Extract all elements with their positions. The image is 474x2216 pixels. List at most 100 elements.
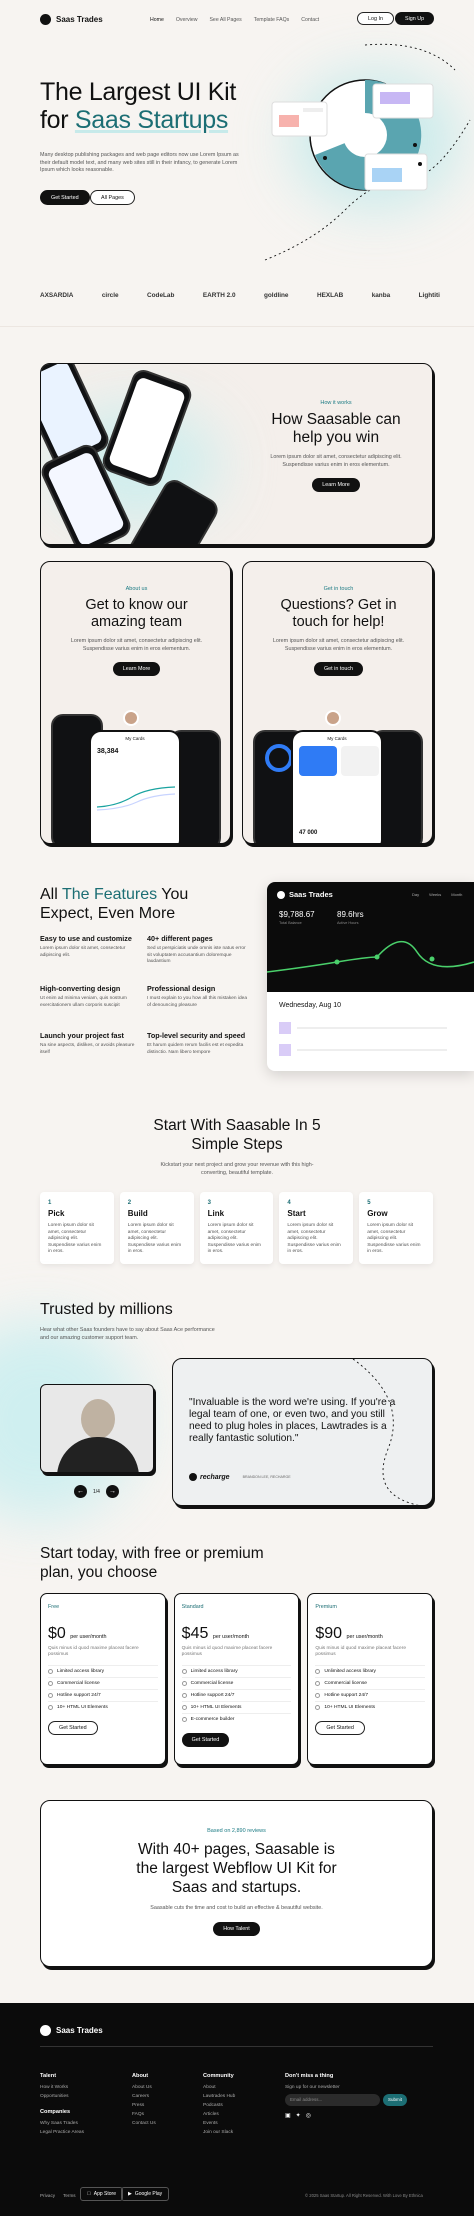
nav-overview[interactable]: Overview xyxy=(176,17,198,23)
step-card: 5 Grow Lorem ipsum dolor sit amet, consect… xyxy=(359,1192,433,1264)
check-icon xyxy=(315,1692,321,1698)
plan-feature: Commercial license xyxy=(48,1676,158,1689)
nav-home[interactable]: Home xyxy=(150,17,164,23)
step-card: 2 Build Lorem ipsum dolor sit amet, consec… xyxy=(119,1192,194,1264)
signup-button[interactable]: Sign Up xyxy=(395,12,435,25)
footer-link[interactable]: Legal Practice Areas xyxy=(40,2130,84,2135)
all-pages-button[interactable]: All Pages xyxy=(90,190,135,205)
footer-link[interactable]: Contact Us xyxy=(132,2121,156,2126)
step-card: 3 Link Lorem ipsum dolor sit amet, consect… xyxy=(199,1192,274,1264)
footer-link[interactable]: About Us xyxy=(132,2085,156,2090)
instagram-icon[interactable]: ◎ xyxy=(306,2112,311,2119)
pricing-plans: Free $0 per user/month Quis minus id quo… xyxy=(40,1593,434,1765)
footer-col-about: About About Us Careers Press FAQs Contact Us xyxy=(132,2073,156,2126)
footer-link[interactable]: Events xyxy=(203,2121,235,2126)
logo-axsardia: AXSARDIA xyxy=(40,292,74,299)
arrow-left-icon[interactable]: ← xyxy=(74,1485,87,1498)
cta-card: Based on 2,890 reviews With 40+ pages, S… xyxy=(40,1800,433,1967)
logo-lightiti: Lightiti xyxy=(418,292,440,299)
free-get-started-button[interactable]: Get Started xyxy=(48,1720,98,1735)
how-learn-more-button[interactable]: Learn More xyxy=(312,478,360,493)
about-learn-more-button[interactable]: Learn More xyxy=(112,662,161,677)
pricing-title: Start today, with free or premium plan, … xyxy=(40,1545,264,1581)
divider xyxy=(0,326,474,327)
plan-feature: Unlimited access library xyxy=(315,1664,426,1677)
avatar xyxy=(325,710,341,726)
company-name: recharge xyxy=(200,1473,230,1481)
check-icon xyxy=(181,1692,187,1698)
footer-link[interactable]: Articles xyxy=(203,2112,235,2117)
email-input[interactable]: Email address... xyxy=(285,2094,380,2106)
google-play-badge[interactable]: ▶ Google Play xyxy=(121,2187,170,2201)
phone-mockup: My Cards 47 000 xyxy=(291,730,383,843)
testimonial-author: BRANDON LEE, RECHARGE xyxy=(242,1475,291,1479)
footer-link[interactable]: About xyxy=(203,2085,235,2090)
footer-link[interactable]: Join our Slack xyxy=(203,2130,235,2135)
about-tag: About us xyxy=(125,586,148,592)
how-title: How Saasable can help you win xyxy=(271,411,401,446)
plan-feature: 10+ HTML UI Elements xyxy=(315,1700,426,1713)
contact-title: Questions? Get in touch for help! xyxy=(280,597,397,630)
check-icon xyxy=(48,1692,53,1698)
footer-link[interactable]: How it Works xyxy=(40,2085,84,2090)
check-icon xyxy=(48,1704,53,1710)
footer-brand[interactable]: Saas Trades xyxy=(40,2025,103,2036)
premium-get-started-button[interactable]: Get Started xyxy=(315,1720,365,1735)
cta-description: Saasable cuts the time and cost to build… xyxy=(150,1905,323,1911)
hero-illustration xyxy=(264,43,471,261)
about-card: About us Get to know our amazing team Lo… xyxy=(40,561,231,844)
terms-link[interactable]: Terms xyxy=(63,2193,76,2198)
tab-month[interactable]: Month xyxy=(451,892,462,897)
logo-icon xyxy=(40,2025,51,2036)
privacy-link[interactable]: Privacy xyxy=(40,2193,55,2198)
footer-link[interactable]: Lawtrades Hub xyxy=(203,2094,235,2099)
arrow-right-icon[interactable]: → xyxy=(105,1485,119,1498)
logo-strip: AXSARDIA circle CodeLab EARTH 2.0 goldli… xyxy=(40,292,440,299)
footer-col-community: Community About Lawtrades Hub Podcasts Artic… xyxy=(203,2073,236,2135)
tab-weeks[interactable]: Weeks xyxy=(429,892,441,897)
nav-faqs[interactable]: Template FAQs xyxy=(254,17,289,23)
footer-newsletter: Don't miss a thing Sign up for our newsle… xyxy=(285,2073,408,2123)
feature-item: 40+ different pages Sed ut perspiciatis u… xyxy=(147,934,246,965)
footer-link[interactable]: Podcasts xyxy=(203,2103,235,2108)
plan-feature: Commercial license xyxy=(315,1676,426,1689)
check-icon xyxy=(181,1716,187,1722)
brand-logo[interactable]: Saas Trades xyxy=(40,14,103,25)
feature-item: High-converting design Ut enim ad minima … xyxy=(40,984,127,1008)
get-started-button[interactable]: Get Started xyxy=(40,190,90,205)
login-button[interactable]: Log In xyxy=(357,12,394,25)
how-description: Lorem ipsum dolor sit amet, consectetur … xyxy=(270,454,402,468)
footer-link[interactable]: Opportunities xyxy=(40,2094,84,2099)
check-icon xyxy=(181,1680,187,1686)
feature-item: Launch your project fast Na sine aspects,… xyxy=(40,1031,135,1055)
check-icon xyxy=(315,1668,321,1674)
footer-link[interactable]: Careers xyxy=(132,2094,156,2099)
footer-link[interactable]: Press xyxy=(132,2103,156,2108)
contact-card: Get in touch Questions? Get in touch for… xyxy=(242,561,433,844)
footer-link[interactable]: Why Saas Trades xyxy=(40,2121,84,2126)
nav-all-pages[interactable]: See All Pages xyxy=(209,17,241,23)
hero-title: The Largest UI Kit for Saas Startups xyxy=(40,78,237,134)
twitter-icon[interactable]: ✦ xyxy=(296,2112,301,2119)
plan-feature: E-commerce builder xyxy=(181,1712,292,1725)
cta-button[interactable]: How Talent xyxy=(213,1921,260,1936)
plan-standard: Standard $45 per user/month Quis minus i… xyxy=(173,1593,300,1765)
copyright: © 2025 Saas Startup. All Right Reserved.… xyxy=(305,2193,423,2198)
standard-get-started-button[interactable]: Get Started xyxy=(181,1732,230,1747)
nav-contact[interactable]: Contact xyxy=(301,17,319,23)
cta-tag: Based on 2,890 reviews xyxy=(207,1828,266,1834)
apple-icon:  xyxy=(87,2191,91,2197)
footer-link[interactable]: FAQs xyxy=(132,2112,156,2117)
plan-feature: 10+ HTML UI Elements xyxy=(181,1700,292,1713)
tab-day[interactable]: Day xyxy=(412,892,419,897)
app-store-badge[interactable]: App Store xyxy=(80,2187,123,2201)
steps-description: Kickstart your next project and grow you… xyxy=(160,1162,314,1176)
check-icon xyxy=(181,1668,187,1674)
submit-button[interactable]: Submit xyxy=(383,2094,408,2106)
linkedin-icon[interactable]: ▣ xyxy=(285,2112,291,2119)
contact-tag: Get in touch xyxy=(323,586,354,592)
logo-earth: EARTH 2.0 xyxy=(202,292,236,299)
check-icon xyxy=(315,1680,321,1686)
get-in-touch-button[interactable]: Get in touch xyxy=(313,662,364,677)
plan-feature: Limited access library xyxy=(181,1664,292,1677)
